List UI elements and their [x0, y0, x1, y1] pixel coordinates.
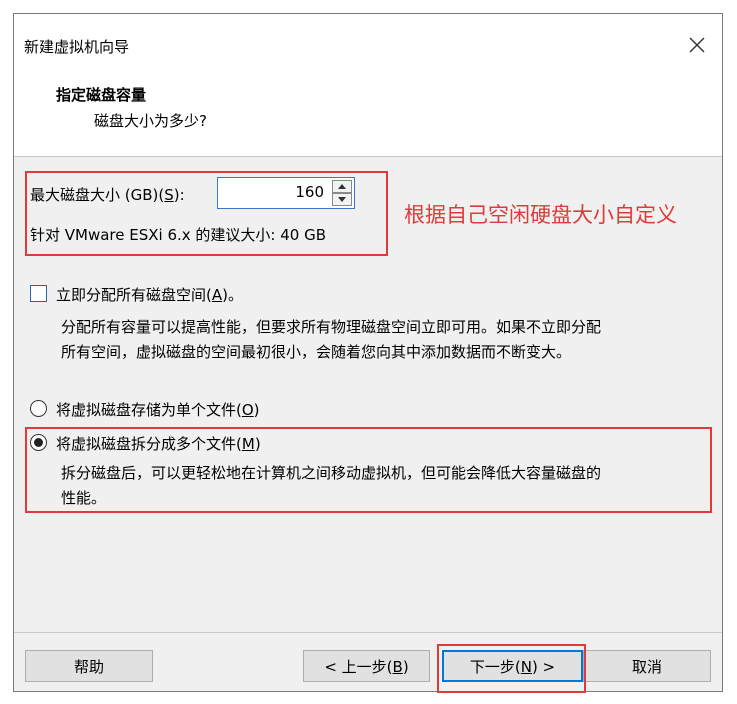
footer-divider: [14, 632, 722, 633]
back-button[interactable]: < 上一步(B): [303, 650, 430, 682]
page-title: 指定磁盘容量: [56, 86, 147, 104]
window-title: 新建虚拟机向导: [24, 38, 130, 56]
title-bar: 新建虚拟机向导: [14, 14, 722, 76]
single-file-radio[interactable]: [30, 400, 47, 417]
allocate-all-label-suffix: )。: [222, 286, 243, 304]
back-label-suffix: ): [402, 657, 409, 676]
close-icon[interactable]: [686, 34, 708, 56]
new-vm-wizard-dialog: 新建虚拟机向导 指定磁盘容量 磁盘大小为多少? 最大磁盘大小 (GB)(S): …: [13, 13, 723, 693]
page-subtitle: 磁盘大小为多少?: [94, 112, 207, 130]
single-file-label[interactable]: 将虚拟磁盘存储为单个文件(O): [56, 399, 260, 420]
help-button[interactable]: 帮助: [25, 650, 153, 682]
help-button-label: 帮助: [73, 657, 104, 676]
single-file-label-prefix: 将虚拟磁盘存储为单个文件(: [56, 401, 242, 419]
single-file-label-suffix: ): [253, 401, 260, 419]
allocate-all-hotkey: A: [211, 286, 223, 304]
allocate-all-checkbox[interactable]: [30, 285, 47, 302]
allocate-all-label-prefix: 立即分配所有磁盘空间(: [56, 286, 212, 304]
allocate-all-label[interactable]: 立即分配所有磁盘空间(A)。: [56, 284, 243, 305]
back-button-label: < 上一步(B): [324, 656, 408, 677]
allocate-desc-line-1: 分配所有容量可以提高性能，但要求所有物理磁盘空间立即可用。如果不立即分配: [61, 318, 602, 336]
highlight-box-disk-size: [25, 171, 388, 256]
back-hotkey: B: [392, 657, 403, 676]
highlight-box-split-option: [25, 427, 712, 513]
allocate-desc-line-2: 所有空间，虚拟磁盘的空间最初很小，会随着您向其中添加数据而不断变大。: [61, 343, 572, 361]
allocate-all-description: 分配所有容量可以提高性能，但要求所有物理磁盘空间立即可用。如果不立即分配 所有空…: [61, 315, 601, 365]
back-label-prefix: < 上一步(: [324, 657, 393, 676]
wizard-header: 指定磁盘容量 磁盘大小为多少?: [14, 76, 722, 157]
cancel-button[interactable]: 取消: [583, 650, 711, 682]
annotation-text: 根据自己空闲硬盘大小自定义: [404, 203, 677, 227]
highlight-box-next-button: [437, 644, 586, 693]
cancel-button-label: 取消: [631, 657, 662, 676]
single-file-hotkey: O: [241, 401, 254, 419]
